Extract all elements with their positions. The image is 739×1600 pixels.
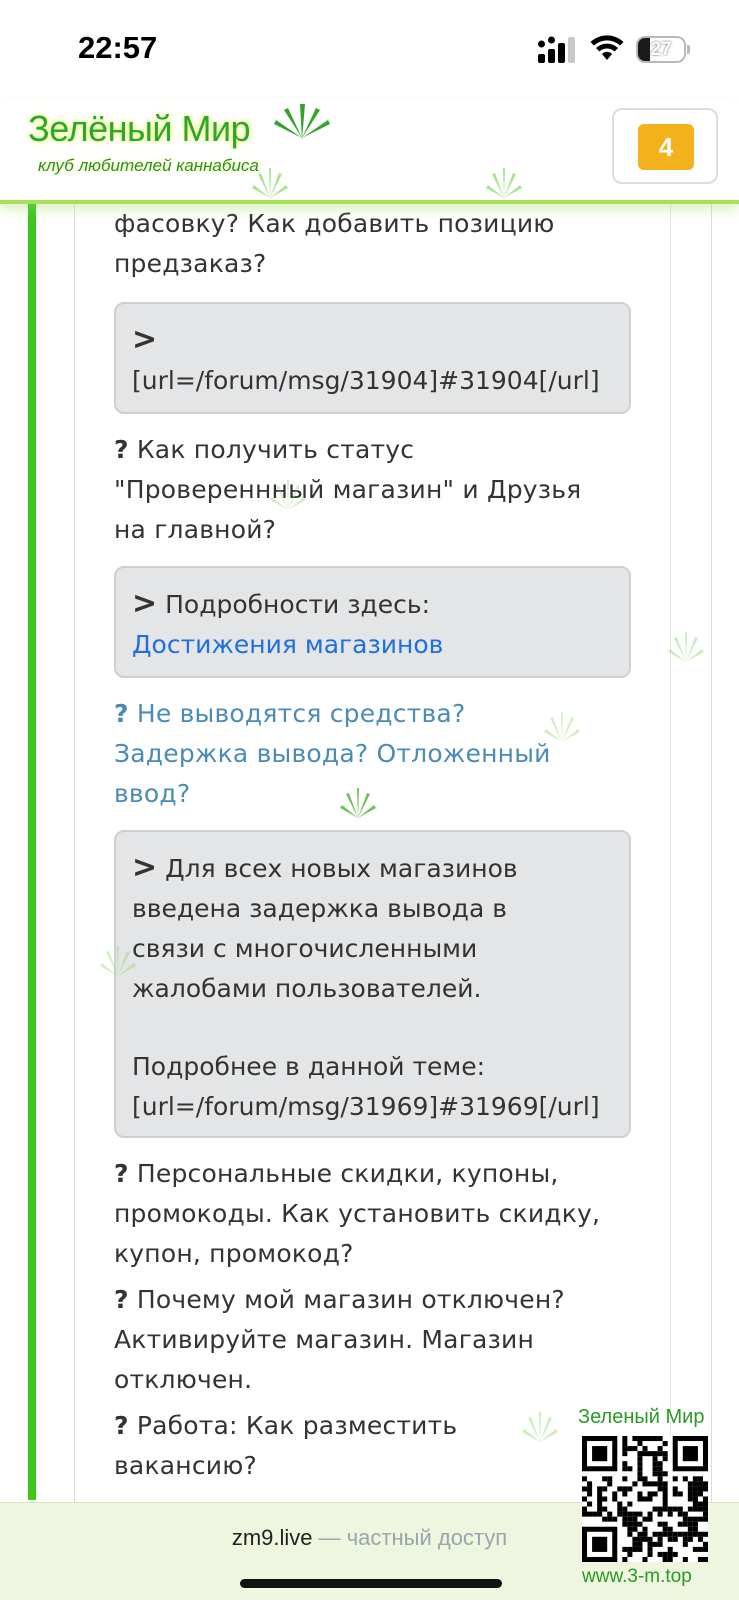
question-text: купон, промокод? <box>114 1239 354 1268</box>
question-marker: ? <box>114 699 129 728</box>
answer-box: > Подробности здесь: Достижения магазино… <box>114 566 631 678</box>
cannabis-leaf-icon <box>274 104 330 140</box>
clock: 22:57 <box>78 30 158 65</box>
question-text: промокоды. Как установить скидку, <box>114 1199 601 1228</box>
question-text: на главной? <box>114 515 277 544</box>
question-marker: ? <box>114 1411 129 1440</box>
logo-subtitle: клуб любителей каннабиса <box>38 156 259 175</box>
question-text: "Провереннный магазин" и Друзья <box>114 475 582 504</box>
site-header: Зелёный Мир клуб любителей каннабиса 4 <box>0 100 739 204</box>
cannabis-leaf-icon <box>340 788 376 820</box>
question-text: Персональные скидки, купоны, <box>136 1159 559 1188</box>
intro-line: предзаказ? <box>114 249 267 278</box>
cart-count-badge: 4 <box>638 124 694 170</box>
faq-question: ? Почему мой магазин отключен? Активируй… <box>114 1280 674 1400</box>
battery-level: 27 <box>650 39 672 60</box>
question-text: Не выводятся средства? <box>136 699 466 728</box>
question-text: Задержка вывода? Отложенный <box>114 739 551 768</box>
home-indicator[interactable] <box>240 1579 502 1588</box>
answer-text: жалобами пользователей. <box>132 974 482 1003</box>
answer-text: Для всех новых магазинов <box>165 854 518 883</box>
question-text: Работа: Как разместить <box>136 1411 458 1440</box>
intro-text: фасовку? Как добавить позицию предзаказ? <box>114 204 674 284</box>
status-bar: 22:57 27 <box>0 0 739 100</box>
cannabis-leaf-icon <box>270 480 306 512</box>
intro-line: фасовку? Как добавить позицию <box>114 209 555 238</box>
answer-marker: > <box>132 322 158 357</box>
qr-promo[interactable]: Зеленый Мир www.3-m.top <box>576 1406 732 1596</box>
answer-text: [url=/forum/msg/31969]#31969[/url] <box>132 1092 600 1121</box>
question-text: ввод? <box>114 779 191 808</box>
cannabis-leaf-icon <box>522 1412 558 1444</box>
footer-domain[interactable]: zm9.live <box>232 1525 313 1550</box>
answer-text: Подробности здесь: <box>165 590 431 619</box>
question-marker: ? <box>114 1159 129 1188</box>
wifi-icon <box>590 35 624 60</box>
answer-text: Подробнее в данной теме: <box>132 1052 486 1081</box>
signal-icon <box>538 36 575 63</box>
qr-url: www.3-m.top <box>582 1566 692 1587</box>
qr-code-icon <box>582 1436 708 1562</box>
faq-question: ? Персональные скидки, купоны, промокоды… <box>114 1154 674 1274</box>
footer-note: — частный доступ <box>312 1525 508 1550</box>
achievements-link[interactable]: Достижения магазинов <box>132 630 443 659</box>
question-text: Активируйте магазин. Магазин <box>114 1325 535 1354</box>
logo-title: Зелёный Мир <box>28 108 251 149</box>
cannabis-leaf-icon <box>486 168 522 200</box>
answer-text: связи с многочисленными <box>132 934 478 963</box>
battery-icon: 27 <box>636 36 690 63</box>
faq-question: ? Как получить статус "Провереннный мага… <box>114 430 674 550</box>
answer-box: > Для всех новых магазинов введена задер… <box>114 830 631 1138</box>
question-marker: ? <box>114 1285 129 1314</box>
cannabis-leaf-icon <box>100 946 136 978</box>
question-text: отключен. <box>114 1365 253 1394</box>
qr-title: Зеленый Мир <box>578 1406 705 1428</box>
question-text: Почему мой магазин отключен? <box>136 1285 565 1314</box>
thread-indicator-bar <box>28 204 36 1500</box>
question-marker: ? <box>114 435 129 464</box>
answer-marker: > <box>132 850 158 885</box>
cannabis-leaf-icon <box>668 632 704 664</box>
answer-text: [url=/forum/msg/31904]#31904[/url] <box>132 366 600 395</box>
answer-box: > [url=/forum/msg/31904]#31904[/url] <box>114 302 631 414</box>
faq-content: фасовку? Как добавить позицию предзаказ?… <box>114 204 674 1486</box>
question-text: Как получить статус <box>136 435 415 464</box>
cannabis-leaf-icon <box>252 168 288 200</box>
faq-question-link[interactable]: ? Не выводятся средства? Задержка вывода… <box>114 694 674 814</box>
answer-text: введена задержка вывода в <box>132 894 507 923</box>
cart-button[interactable]: 4 <box>612 108 718 184</box>
answer-marker: > <box>132 586 158 621</box>
cannabis-leaf-icon <box>544 712 580 744</box>
